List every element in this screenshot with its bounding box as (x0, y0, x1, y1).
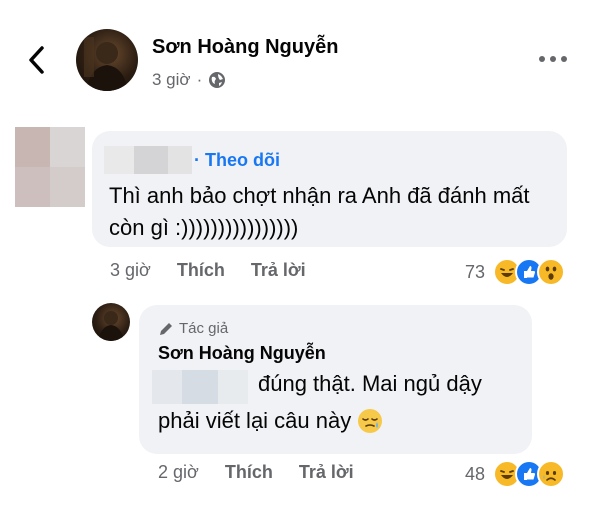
post-time[interactable]: 3 giờ (152, 70, 191, 90)
reply-author-avatar[interactable] (92, 303, 130, 341)
globe-icon (209, 72, 226, 88)
chevron-left-icon (29, 46, 44, 74)
comment-actions: 3 giờ Thích Trả lời (110, 260, 306, 281)
commenter-name-pixelated[interactable] (104, 146, 192, 174)
author-avatar[interactable] (76, 29, 138, 91)
reply-actions: 2 giờ Thích Trả lời (158, 462, 354, 483)
reaction-count: 73 (465, 261, 486, 282)
reply-author-name[interactable]: Sơn Hoàng Nguyễn (158, 343, 326, 364)
reply-reaction-count: 48 (465, 463, 486, 484)
author-badge: Tác giả (158, 320, 228, 337)
meta-separator: · (196, 70, 203, 89)
reply-like-button[interactable]: Thích (225, 462, 273, 483)
comment-time[interactable]: 3 giờ (110, 260, 151, 281)
reply-text-line2-label: phải viết lại câu này (158, 408, 352, 433)
pencil-icon (160, 322, 172, 335)
like-button[interactable]: Thích (177, 260, 225, 281)
wow-reaction-icon (537, 258, 566, 286)
sad-reaction-icon (537, 460, 566, 488)
mentioned-name-pixelated[interactable] (152, 370, 248, 404)
reply-text-line1: đúng thật. Mai ngủ dậy (258, 371, 482, 396)
post-author-name[interactable]: Sơn Hoàng Nguyễn (152, 36, 338, 59)
comment-text: Thì anh bảo chợt nhận ra Anh đã đánh mất… (109, 183, 530, 240)
reply-time[interactable]: 2 giờ (158, 462, 199, 483)
more-horizontal-icon (539, 56, 567, 62)
reply-reactions[interactable]: 48 (465, 460, 566, 488)
commenter-avatar-pixelated[interactable] (15, 127, 85, 207)
comment-reactions[interactable]: 73 (465, 258, 566, 286)
reply-text-line2: phải viết lại câu này (158, 408, 383, 434)
reply-reply-button[interactable]: Trả lời (299, 462, 354, 483)
post-meta: 3 giờ · (152, 70, 226, 90)
follow-link[interactable]: · Theo dõi (194, 150, 280, 171)
sleepy-face-emoji (358, 409, 383, 433)
more-options-button[interactable] (538, 52, 568, 64)
reply-button[interactable]: Trả lời (251, 260, 306, 281)
author-badge-label: Tác giả (179, 320, 229, 337)
back-button[interactable] (22, 40, 52, 80)
